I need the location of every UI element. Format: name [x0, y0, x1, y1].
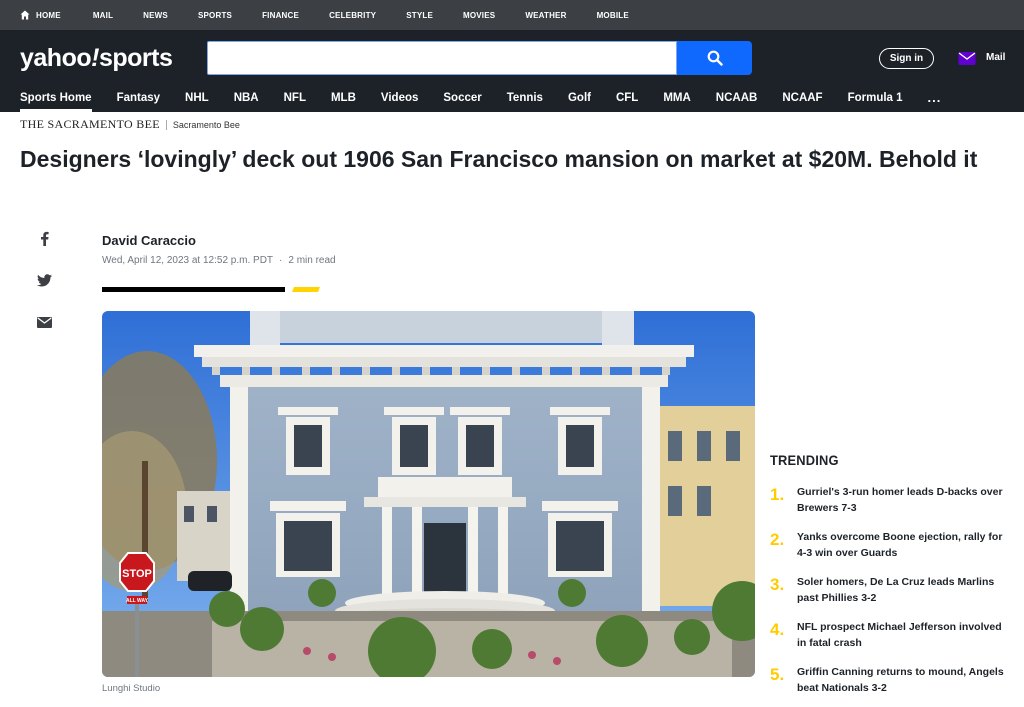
search-button[interactable] [677, 41, 752, 75]
yahoo-sports-logo[interactable]: yahoo!sports [20, 44, 173, 73]
sportsnav-golf[interactable]: Golf [568, 86, 591, 112]
trending-item[interactable]: 1. Gurriel's 3-run homer leads D-backs o… [770, 485, 1010, 516]
trending-number: 5. [770, 665, 785, 684]
sportsnav-soccer[interactable]: Soccer [443, 86, 481, 112]
sportsnav-ncaaf[interactable]: NCAAF [782, 86, 822, 112]
sportsnav-fantasy[interactable]: Fantasy [117, 86, 160, 112]
trending-headline[interactable]: Yanks overcome Boone ejection, rally for… [797, 530, 1007, 561]
sportsnav-videos[interactable]: Videos [381, 86, 419, 112]
sportsnav-nba[interactable]: NBA [234, 86, 259, 112]
topnav-news[interactable]: NEWS [143, 11, 168, 20]
byline-rule [102, 287, 285, 292]
trending-item[interactable]: 5. Griffin Canning returns to mound, Ang… [770, 665, 1010, 696]
twitter-icon [36, 273, 52, 286]
facebook-icon [40, 231, 49, 246]
mansion-photo: STOP ALL WAY [102, 311, 755, 677]
publisher-logo[interactable]: THE SACRAMENTO BEE [20, 117, 160, 132]
search-icon [707, 50, 723, 66]
stop-sign-subtext: ALL WAY [126, 598, 149, 604]
search-input[interactable] [207, 41, 677, 75]
twitter-share-button[interactable] [36, 272, 52, 288]
sportsnav-tennis[interactable]: Tennis [507, 86, 543, 112]
home-icon [20, 10, 30, 20]
trending-number: 1. [770, 485, 785, 504]
trending-module: TRENDING [770, 452, 1010, 468]
topnav-celebrity[interactable]: CELEBRITY [329, 11, 376, 20]
publisher-name[interactable]: Sacramento Bee [173, 120, 240, 130]
sign-in-button[interactable]: Sign in [879, 48, 934, 69]
trending-number: 3. [770, 575, 785, 594]
mail-label: Mail [986, 52, 1006, 63]
trending-title: TRENDING [770, 452, 839, 468]
source-divider [165, 119, 167, 130]
trending-item[interactable]: 3. Soler homers, De La Cruz leads Marlin… [770, 575, 1010, 606]
site-header: yahoo!sports Sign in Mail Sports Home Fa… [0, 30, 1024, 112]
sportsnav-mma[interactable]: MMA [663, 86, 690, 112]
email-share-button[interactable] [36, 314, 52, 330]
topnav-style[interactable]: STYLE [406, 11, 433, 20]
trending-item[interactable]: 4. NFL prospect Michael Jefferson involv… [770, 620, 1010, 651]
sportsnav-ncaab[interactable]: NCAAB [716, 86, 758, 112]
read-time: 2 min read [288, 255, 336, 266]
topnav-movies[interactable]: MOVIES [463, 11, 495, 20]
topnav-finance[interactable]: FINANCE [262, 11, 299, 20]
logo-main-text: yahoo [20, 44, 92, 72]
email-icon [36, 316, 52, 328]
sportsnav-nfl[interactable]: NFL [284, 86, 306, 112]
trending-item[interactable]: 2. Yanks overcome Boone ejection, rally … [770, 530, 1010, 561]
sportsnav-more-button[interactable]: ... [928, 86, 942, 105]
trending-headline[interactable]: Soler homers, De La Cruz leads Marlins p… [797, 575, 1007, 606]
sportsnav-formula-1[interactable]: Formula 1 [848, 86, 903, 112]
article-headline: Designers ‘lovingly’ deck out 1906 San F… [20, 146, 978, 172]
sportsnav-cfl[interactable]: CFL [616, 86, 638, 112]
mail-icon [958, 52, 976, 65]
sports-nav: Sports Home Fantasy NHL NBA NFL MLB Vide… [20, 86, 941, 112]
mail-link[interactable]: Mail [958, 49, 1005, 66]
trending-number: 2. [770, 530, 785, 549]
trending-headline[interactable]: Gurriel's 3-run homer leads D-backs over… [797, 485, 1007, 516]
trending-headline[interactable]: Griffin Canning returns to mound, Angels… [797, 665, 1007, 696]
image-caption: Lunghi Studio [102, 683, 161, 694]
author-name[interactable]: David Caraccio [102, 233, 196, 248]
trending-number: 4. [770, 620, 785, 639]
article-meta: Wed, April 12, 2023 at 12:52 p.m. PDT · 2 … [102, 255, 336, 266]
topnav-mobile[interactable]: MOBILE [597, 11, 629, 20]
topnav-home[interactable]: HOME [20, 10, 61, 20]
topnav-sports[interactable]: SPORTS [198, 11, 232, 20]
stop-sign-text: STOP [122, 568, 152, 580]
publish-date: Wed, April 12, 2023 at 12:52 p.m. PDT [102, 255, 274, 266]
topnav-weather[interactable]: WEATHER [525, 11, 566, 20]
meta-separator: · [279, 255, 283, 266]
trending-headline[interactable]: NFL prospect Michael Jefferson involved … [797, 620, 1007, 651]
byline-rule-accent [292, 287, 320, 292]
logo-bang: ! [91, 44, 99, 72]
facebook-share-button[interactable] [36, 230, 52, 246]
top-utility-bar: HOME MAIL NEWS SPORTS FINANCE CELEBRITY … [0, 0, 1024, 30]
article-source: THE SACRAMENTO BEE Sacramento Bee [20, 117, 240, 132]
logo-sub-text: sports [98, 44, 173, 72]
sportsnav-sports-home[interactable]: Sports Home [20, 86, 92, 112]
topnav-mail[interactable]: MAIL [93, 11, 113, 20]
sportsnav-nhl[interactable]: NHL [185, 86, 209, 112]
topnav-home-label: HOME [36, 10, 61, 20]
sportsnav-mlb[interactable]: MLB [331, 86, 356, 112]
article-hero-image[interactable]: STOP ALL WAY [102, 311, 755, 677]
